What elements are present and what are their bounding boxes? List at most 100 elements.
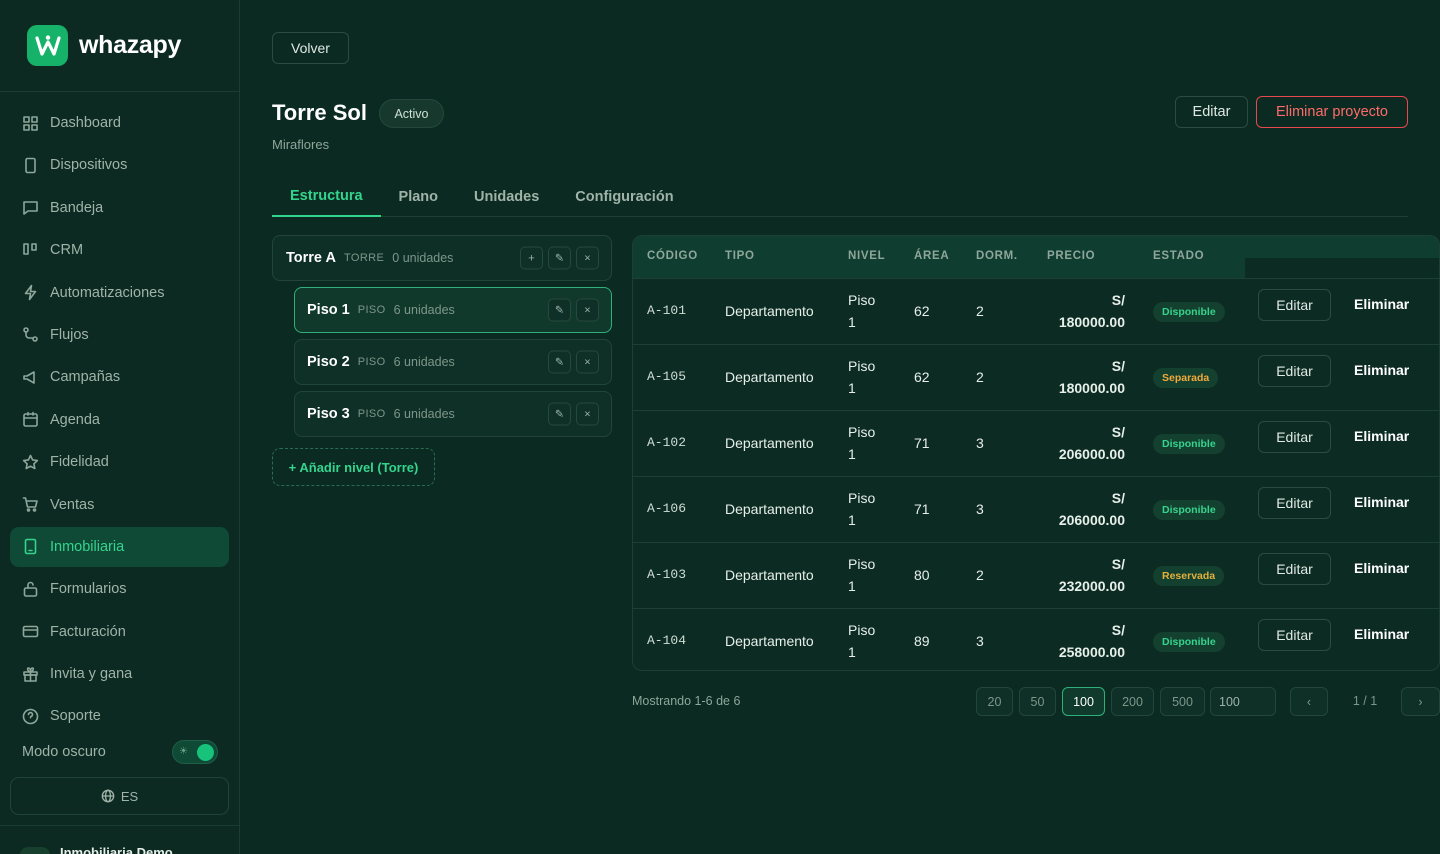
toggle-knob bbox=[197, 744, 214, 761]
page-indicator: 1 / 1 bbox=[1352, 694, 1378, 708]
tree-node-floor[interactable]: Piso 2 PISO 6 unidades ✎ × bbox=[294, 339, 612, 385]
remove-x-icon[interactable]: × bbox=[576, 402, 599, 426]
page-title: Torre Sol bbox=[272, 100, 367, 125]
unit-level-label: Piso bbox=[848, 292, 876, 308]
floor-kind: PISO bbox=[357, 408, 386, 420]
status-badge: Activo bbox=[379, 99, 444, 128]
remove-x-icon[interactable]: × bbox=[576, 298, 599, 322]
unit-price-currency: S/ bbox=[1111, 622, 1125, 638]
sidebar-item-campañas[interactable]: Campañas bbox=[10, 357, 229, 397]
sidebar-item-agenda[interactable]: Agenda bbox=[10, 400, 229, 440]
sidebar-item-invita-y-gana[interactable]: Invita y gana bbox=[10, 654, 229, 694]
unit-area: 89 bbox=[914, 633, 930, 649]
tab-unidades[interactable]: Unidades bbox=[456, 176, 557, 217]
edit-unit-button[interactable]: Editar bbox=[1258, 421, 1331, 453]
delete-unit-button[interactable]: Eliminar bbox=[1354, 362, 1409, 378]
back-button[interactable]: Volver bbox=[272, 32, 349, 64]
account-avatar bbox=[20, 847, 50, 854]
tab-configuración[interactable]: Configuración bbox=[557, 176, 691, 217]
unit-area: 80 bbox=[914, 567, 930, 583]
delete-unit-button[interactable]: Eliminar bbox=[1354, 494, 1409, 510]
prev-page-button[interactable]: ‹ bbox=[1290, 687, 1328, 716]
tower-kind: TORRE bbox=[343, 252, 385, 264]
edit-pencil-icon[interactable]: ✎ bbox=[548, 402, 571, 426]
delete-unit-button[interactable]: Eliminar bbox=[1354, 626, 1409, 642]
next-page-button[interactable]: › bbox=[1401, 687, 1440, 716]
edit-unit-button[interactable]: Editar bbox=[1258, 553, 1331, 585]
unit-level-number: 1 bbox=[848, 380, 856, 396]
edit-project-button[interactable]: Editar bbox=[1175, 96, 1248, 128]
edit-pencil-icon[interactable]: ✎ bbox=[548, 298, 571, 322]
unit-bedrooms: 3 bbox=[976, 435, 984, 451]
page-size-option[interactable]: 500 bbox=[1160, 687, 1205, 716]
unit-status-badge: Disponible bbox=[1153, 500, 1225, 520]
edit-pencil-icon[interactable]: ✎ bbox=[548, 246, 571, 270]
account-footer[interactable]: Inmobiliaria Demo bbox=[0, 825, 239, 854]
sidebar-item-soporte[interactable]: Soporte bbox=[10, 696, 229, 736]
sidebar-item-fidelidad[interactable]: Fidelidad bbox=[10, 442, 229, 482]
unit-code: A-106 bbox=[647, 501, 687, 516]
dark-mode-toggle[interactable]: ☀ bbox=[172, 740, 218, 764]
delete-unit-button[interactable]: Eliminar bbox=[1354, 296, 1409, 312]
floor-actions: ✎ × bbox=[548, 402, 599, 426]
unit-price-amount: 180000.00 bbox=[1058, 314, 1125, 330]
custom-page-size-input[interactable]: 100 bbox=[1210, 687, 1276, 716]
sidebar-item-crm[interactable]: CRM bbox=[10, 230, 229, 270]
tree-node-floor[interactable]: Piso 1 PISO 6 unidades ✎ × bbox=[294, 287, 612, 333]
unit-price-amount: 206000.00 bbox=[1058, 512, 1125, 528]
edit-unit-button[interactable]: Editar bbox=[1258, 289, 1331, 321]
page-size-option[interactable]: 200 bbox=[1111, 687, 1154, 716]
sidebar-item-dispositivos[interactable]: Dispositivos bbox=[10, 145, 229, 185]
unit-level: Piso 1 bbox=[848, 355, 875, 399]
page-size-option[interactable]: 100 bbox=[1062, 687, 1105, 716]
language-label: ES bbox=[120, 788, 139, 804]
unit-code: A-103 bbox=[647, 567, 687, 582]
add-level-button[interactable]: + Añadir nivel (Torre) bbox=[272, 448, 435, 486]
whazapy-logo-icon bbox=[27, 25, 68, 66]
remove-x-icon[interactable]: × bbox=[576, 246, 599, 270]
column-header-code: CÓDIGO bbox=[647, 250, 698, 262]
delete-unit-button[interactable]: Eliminar bbox=[1354, 560, 1409, 576]
unit-type: Departamento bbox=[725, 369, 814, 385]
sidebar: whazapy Dashboard Dispositivos Bandeja CRM A… bbox=[0, 0, 240, 854]
tower-name: Torre A bbox=[286, 250, 336, 266]
remove-x-icon[interactable]: × bbox=[576, 350, 599, 374]
sidebar-item-label: Dispositivos bbox=[50, 157, 128, 174]
unit-price: S/206000.00 bbox=[1015, 421, 1125, 465]
tab-plano[interactable]: Plano bbox=[381, 176, 456, 217]
tree-node-tower[interactable]: Torre A TORRE 0 unidades + ✎ × bbox=[272, 235, 612, 281]
edit-unit-button[interactable]: Editar bbox=[1258, 619, 1331, 651]
delete-project-button[interactable]: Eliminar proyecto bbox=[1256, 96, 1408, 128]
unit-bedrooms: 2 bbox=[976, 567, 984, 583]
edit-unit-button[interactable]: Editar bbox=[1258, 487, 1331, 519]
page-size-option[interactable]: 20 bbox=[976, 687, 1013, 716]
sidebar-item-label: Dashboard bbox=[50, 115, 121, 131]
sidebar-item-inmobiliaria[interactable]: Inmobiliaria bbox=[10, 526, 229, 567]
sidebar-item-automatizaciones[interactable]: Automatizaciones bbox=[10, 273, 229, 313]
sidebar-item-facturación[interactable]: Facturación bbox=[10, 612, 229, 652]
unit-level: Piso 1 bbox=[848, 553, 875, 597]
delete-unit-button[interactable]: Eliminar bbox=[1354, 428, 1409, 444]
tab-estructura[interactable]: Estructura bbox=[272, 176, 381, 217]
sidebar-item-bandeja[interactable]: Bandeja bbox=[10, 188, 229, 228]
unit-price: S/232000.00 bbox=[1015, 553, 1125, 597]
unit-level-number: 1 bbox=[848, 512, 856, 528]
sidebar-item-formularios[interactable]: Formularios bbox=[10, 569, 229, 609]
sidebar-item-ventas[interactable]: Ventas bbox=[10, 485, 229, 525]
add-child-icon[interactable]: + bbox=[520, 246, 543, 270]
edit-unit-button[interactable]: Editar bbox=[1258, 355, 1331, 387]
page-size-option[interactable]: 50 bbox=[1019, 687, 1056, 716]
brand[interactable]: whazapy bbox=[0, 0, 239, 92]
table-row: A-102 Departamento Piso 1 71 3 S/206000.00 Disp… bbox=[633, 410, 1439, 476]
sidebar-item-dashboard[interactable]: Dashboard bbox=[10, 103, 229, 143]
sidebar-item-label: CRM bbox=[50, 242, 84, 259]
sidebar-item-flujos[interactable]: Flujos bbox=[10, 315, 229, 355]
tree-node-floor[interactable]: Piso 3 PISO 6 unidades ✎ × bbox=[294, 391, 612, 437]
unit-level: Piso 1 bbox=[848, 619, 875, 663]
unit-status-badge: Disponible bbox=[1153, 632, 1225, 652]
language-button[interactable]: ES bbox=[10, 777, 229, 815]
unit-level: Piso 1 bbox=[848, 289, 875, 333]
table-header-actions bbox=[1245, 236, 1439, 258]
edit-pencil-icon[interactable]: ✎ bbox=[548, 350, 571, 374]
unit-level-number: 1 bbox=[848, 644, 856, 660]
